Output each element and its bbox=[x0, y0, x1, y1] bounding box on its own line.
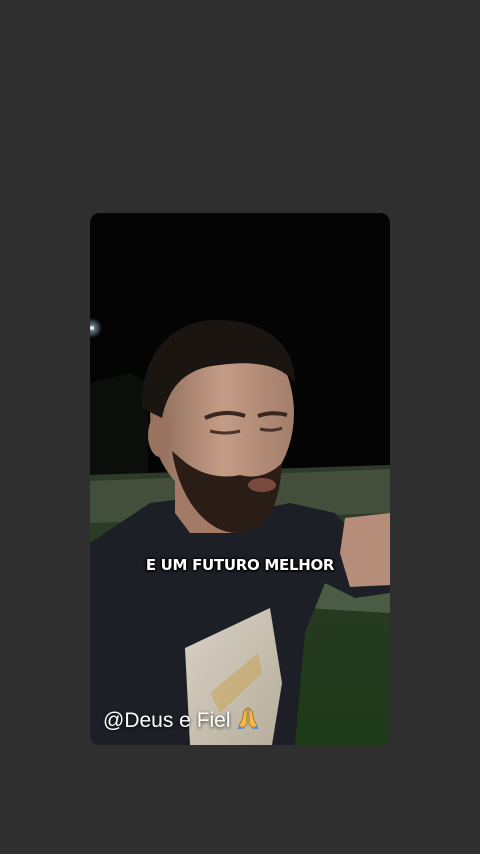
video-frame bbox=[90, 213, 390, 745]
video-caption: E UM FUTURO MELHOR bbox=[145, 556, 335, 574]
praying-hands-icon bbox=[236, 707, 259, 729]
story-screen: E UM FUTURO MELHOR @Deus e Fiel bbox=[0, 0, 480, 854]
watermark-handle: @Deus e Fiel bbox=[103, 709, 231, 732]
video-player[interactable]: E UM FUTURO MELHOR @Deus e Fiel bbox=[90, 213, 390, 745]
watermark[interactable]: @Deus e Fiel bbox=[103, 706, 259, 733]
